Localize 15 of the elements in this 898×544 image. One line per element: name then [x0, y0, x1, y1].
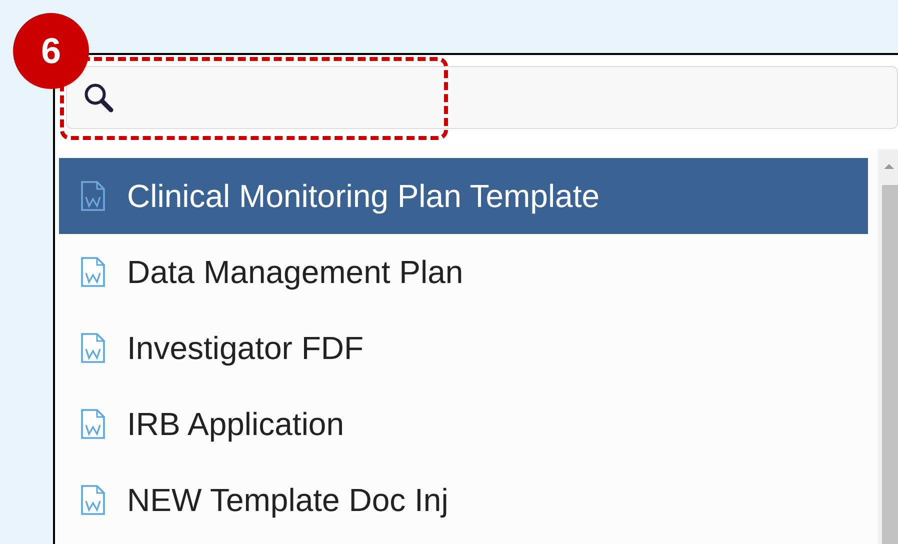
scrollbar-thumb[interactable]: [882, 185, 898, 544]
list-item[interactable]: IRB Application: [59, 386, 868, 462]
word-document-icon: [81, 181, 105, 211]
word-document-icon: [81, 333, 105, 363]
list-item[interactable]: Investigator FDF: [59, 310, 868, 386]
list-item[interactable]: NEW Template Doc Inj: [59, 462, 868, 538]
search-field[interactable]: [66, 66, 898, 129]
list-item[interactable]: Data Management Plan: [59, 234, 868, 310]
word-document-icon: [81, 257, 105, 287]
word-document-icon: [81, 485, 105, 515]
word-document-icon: [81, 409, 105, 439]
scrollbar[interactable]: [878, 149, 898, 544]
step-badge: 6: [13, 13, 89, 89]
list-item[interactable]: Clinical Monitoring Plan Template: [59, 158, 868, 234]
scroll-up-icon: [882, 161, 896, 171]
